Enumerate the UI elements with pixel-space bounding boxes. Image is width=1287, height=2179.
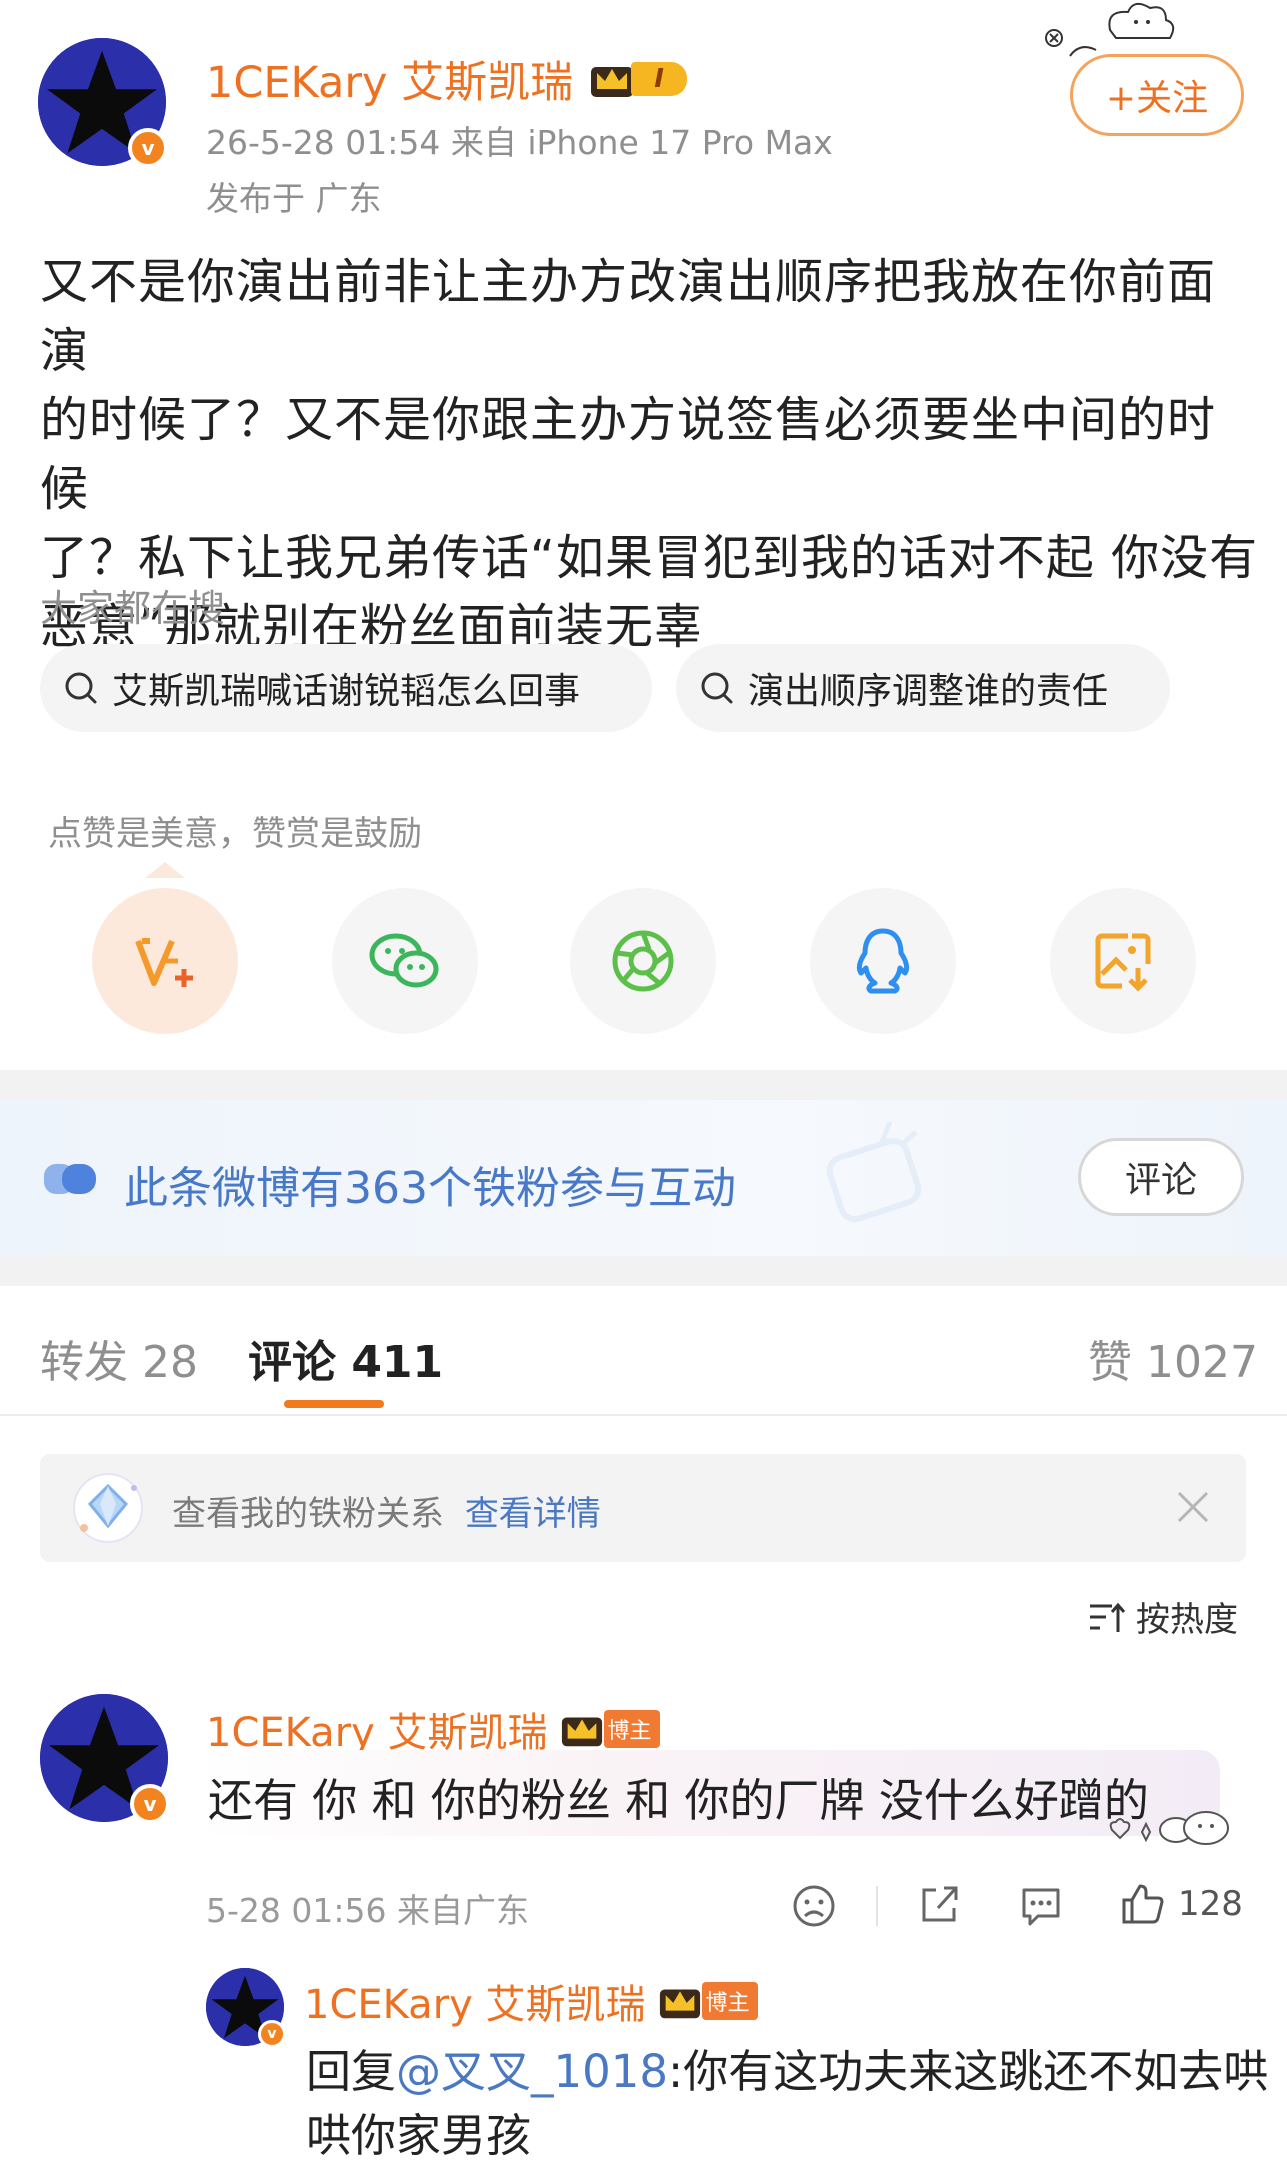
follow-button[interactable]: +关注 [1070,54,1244,136]
tooltip-caret [145,862,185,878]
reply-body: :你有这功夫来这跳还不如去哄 [668,2045,1269,2098]
close-icon[interactable] [1176,1490,1210,1524]
verified-icon: v [258,2020,286,2048]
share-qq-button[interactable] [810,888,956,1034]
trending-chip[interactable]: 艾斯凯瑞喊话谢锐韬怎么回事 [40,644,652,732]
diamond-icon [73,1473,143,1543]
verified-icon: v [128,128,168,168]
reply-text: 回复@叉叉_1018:你有这功夫来这跳还不如去哄 哄你家男孩 [306,2040,1268,2168]
reward-button[interactable] [92,888,238,1034]
member-level-badge[interactable]: I [589,56,688,102]
commenter-avatar[interactable]: v [40,1694,170,1824]
tabs-divider [0,1414,1287,1416]
post-body-line: 的时候了？又不是你跟主办方说签售必须要坐中间的时候 [40,392,1217,517]
action-divider [876,1886,878,1926]
blogger-badge: 博主 [603,1710,660,1748]
wechat-icon [369,933,439,988]
save-image-icon [1095,933,1151,992]
search-icon [65,672,97,704]
moments-icon [612,930,674,992]
bubble-sticker-icon [1109,1811,1229,1845]
comment-text: 还有 你 和 你的粉丝 和 你的厂牌 没什么好蹭的 [208,1774,1149,1827]
share-wechat-button[interactable] [332,888,478,1034]
trending-chip-label: 艾斯凯瑞喊话谢锐韬怎么回事 [112,671,581,712]
qq-icon [856,928,910,994]
trending-chip-label: 演出顺序调整谁的责任 [748,671,1109,712]
reward-v-icon [135,938,193,987]
verified-icon: v [130,1784,170,1824]
reply-prefix: 回复 [306,2045,397,2098]
save-image-button[interactable] [1050,888,1196,1034]
praise-label: 点赞是美意，赞赏是鼓励 [48,814,422,854]
reply-author-avatar[interactable]: v [206,1968,286,2048]
like-button[interactable]: 128 [1120,1882,1243,1926]
view-details-link[interactable]: 查看详情 [465,1494,601,1534]
tab-comment[interactable]: 评论 411 [248,1326,443,1390]
fans-interaction-text: 此条微博有363个铁粉参与互动 [124,1163,736,1214]
sort-label: 按热度 [1136,1600,1238,1640]
author-avatar[interactable]: v [38,38,168,168]
like-count: 128 [1178,1884,1243,1924]
reply-body-line2: 哄你家男孩 [306,2109,532,2162]
blogger-badge: 博主 [701,1982,758,2020]
reply-author-name[interactable]: 1CEKary 艾斯凯瑞 [304,1972,646,2030]
search-icon [701,672,733,704]
share-icon[interactable] [918,1882,962,1926]
mention-link[interactable]: @叉叉_1018 [396,2045,668,2098]
thumbs-up-icon [1122,1884,1164,1924]
author-name[interactable]: 1CEKary 艾斯凯瑞 [206,48,573,110]
crown-icon [659,1989,700,2019]
reply-comment-icon[interactable] [1018,1884,1064,1928]
comment-meta: 5-28 01:56 来自广东 [206,1891,529,1930]
sort-icon [1090,1602,1126,1632]
tv-watermark-icon [826,1121,922,1223]
trending-search-title: 大家都在搜 [40,587,225,630]
fans-icon [44,1164,96,1194]
section-gap [0,1070,1287,1100]
sort-toggle[interactable]: 按热度 [1088,1592,1238,1641]
post-time-source: 26-5-28 01:54 来自 iPhone 17 Pro Max [206,123,833,162]
tab-repost[interactable]: 转发 28 [40,1326,198,1390]
active-tab-indicator [284,1400,384,1408]
fan-relation-text: 查看我的铁粉关系 [172,1494,444,1534]
post-body-line: 又不是你演出前非让主办方改演出顺序把我放在你前面演 [40,254,1217,379]
share-moments-button[interactable] [570,888,716,1034]
section-gap [0,1256,1287,1286]
crown-icon [591,67,634,97]
tab-like[interactable]: 赞 1027 [1088,1326,1258,1390]
trending-chip[interactable]: 演出顺序调整谁的责任 [676,644,1170,732]
post-location: 发布于 广东 [206,179,382,218]
dislike-face-icon[interactable] [792,1884,836,1928]
crown-icon [561,1717,602,1747]
comment-button[interactable]: 评论 [1078,1138,1244,1216]
